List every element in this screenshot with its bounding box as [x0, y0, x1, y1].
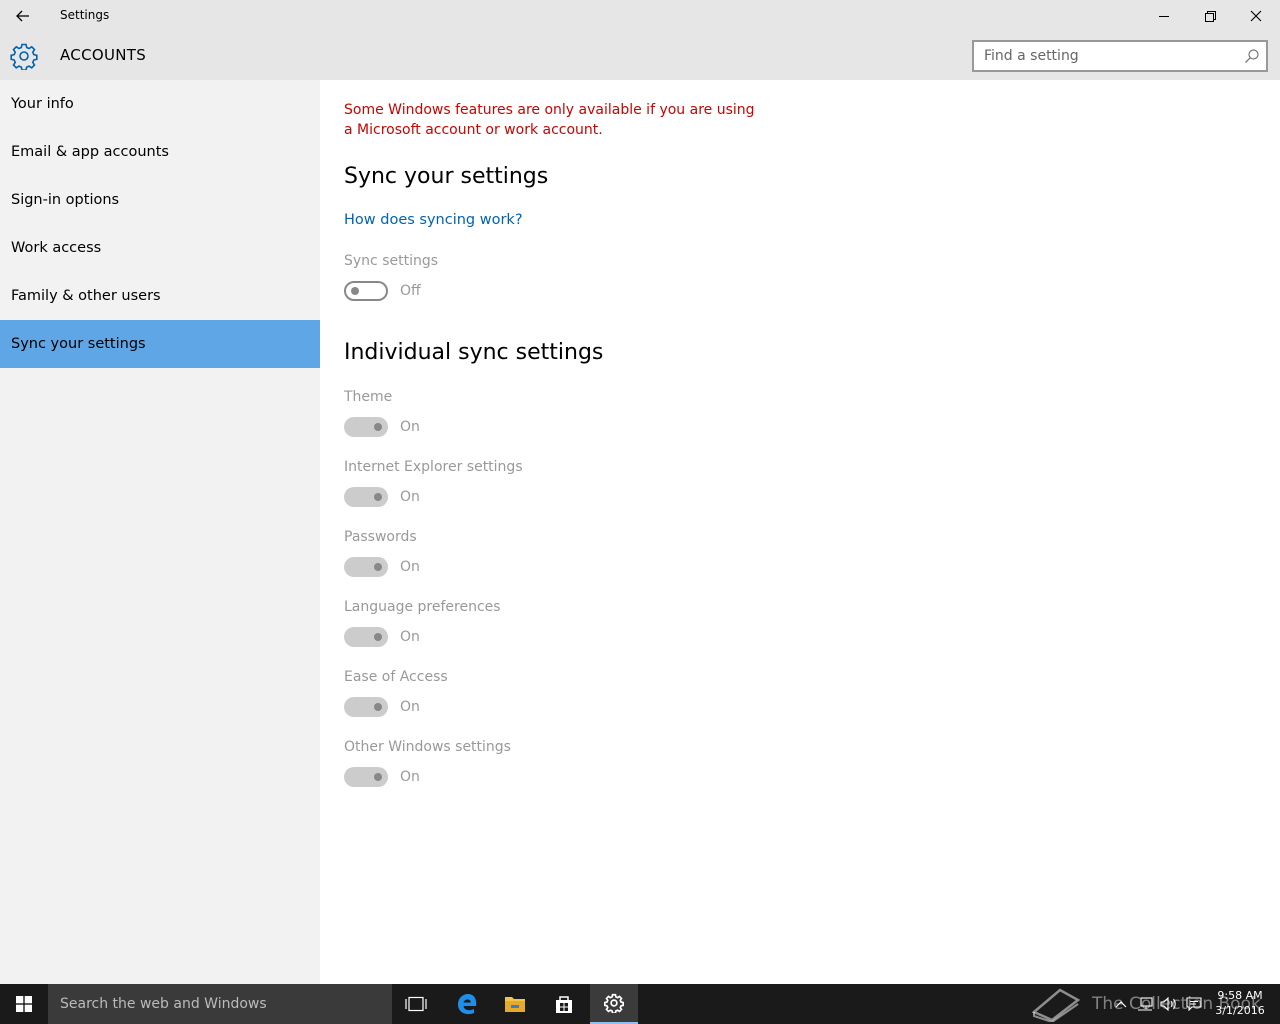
- account-warning-text: Some Windows features are only available…: [344, 102, 755, 138]
- sync-settings-row: Off: [344, 281, 421, 301]
- taskbar: Search the web and Windows The Collectio…: [0, 984, 1280, 1024]
- volume-tray-button[interactable]: [1160, 996, 1178, 1012]
- settings-header: ACCOUNTS: [0, 32, 1280, 80]
- sync-settings-label: Sync settings: [344, 253, 439, 269]
- action-center-button[interactable]: [1185, 996, 1203, 1012]
- sidebar-item-your-info[interactable]: Your info: [0, 80, 320, 128]
- passwords-label: Passwords: [344, 529, 417, 545]
- minimize-button[interactable]: [1141, 0, 1187, 32]
- title-bar: Settings: [0, 0, 1280, 32]
- ie-settings-row: On: [344, 487, 420, 507]
- passwords-state: On: [400, 559, 420, 575]
- minimize-icon: [1158, 15, 1169, 17]
- ie-settings-label: Internet Explorer settings: [344, 459, 523, 475]
- sidebar-item-sync-your-settings[interactable]: Sync your settings: [0, 320, 320, 368]
- speaker-icon: [1160, 997, 1176, 1011]
- start-button[interactable]: [0, 984, 48, 1024]
- edge-icon: [458, 994, 477, 1015]
- ease-of-access-toggle[interactable]: [344, 697, 388, 717]
- toggle-knob: [374, 423, 382, 431]
- search-box[interactable]: [972, 40, 1268, 72]
- sidebar-item-work-access[interactable]: Work access: [0, 224, 320, 272]
- theme-state: On: [400, 419, 420, 435]
- ease-of-access-label: Ease of Access: [344, 669, 448, 685]
- toggle-knob: [374, 703, 382, 711]
- language-preferences-state: On: [400, 629, 420, 645]
- toggle-knob: [374, 773, 382, 781]
- restore-icon: [1204, 10, 1216, 22]
- ie-settings-toggle[interactable]: [344, 487, 388, 507]
- search-icon[interactable]: [1244, 48, 1260, 64]
- sidebar: Your info Email & app accounts Sign-in o…: [0, 80, 320, 984]
- language-preferences-label: Language preferences: [344, 599, 501, 615]
- network-icon: [1138, 997, 1153, 1011]
- gear-icon: [10, 43, 38, 70]
- sync-settings-state: Off: [400, 283, 421, 299]
- message-icon: [1186, 997, 1202, 1011]
- store-button[interactable]: [540, 984, 588, 1024]
- back-button[interactable]: [10, 4, 36, 28]
- store-bag-icon: [556, 996, 572, 1013]
- language-preferences-row: On: [344, 627, 420, 647]
- network-tray-button[interactable]: [1136, 996, 1154, 1012]
- toggle-knob: [374, 563, 382, 571]
- sync-heading: Sync your settings: [344, 164, 549, 189]
- clock-time: 9:58 AM: [1217, 989, 1263, 1002]
- ease-of-access-row: On: [344, 697, 420, 717]
- taskbar-clock[interactable]: 9:58 AM 3/1/2016: [1208, 988, 1272, 1018]
- edge-browser-button[interactable]: [443, 984, 491, 1024]
- other-windows-settings-label: Other Windows settings: [344, 739, 511, 755]
- main-content: Some Windows features are only available…: [320, 80, 1280, 984]
- sidebar-item-email-app-accounts[interactable]: Email & app accounts: [0, 128, 320, 176]
- other-windows-settings-state: On: [400, 769, 420, 785]
- ease-of-access-state: On: [400, 699, 420, 715]
- toggle-knob: [374, 633, 382, 641]
- passwords-row: On: [344, 557, 420, 577]
- task-view-icon: [405, 996, 427, 1012]
- passwords-toggle[interactable]: [344, 557, 388, 577]
- theme-row: On: [344, 417, 420, 437]
- windows-logo-icon: [16, 996, 32, 1012]
- section-title: ACCOUNTS: [60, 46, 147, 64]
- search-input[interactable]: [974, 42, 1234, 70]
- close-button[interactable]: [1233, 0, 1279, 32]
- theme-label: Theme: [344, 389, 393, 405]
- chevron-up-icon: [1115, 1001, 1127, 1008]
- gear-icon: [604, 993, 624, 1013]
- sidebar-item-family-other-users[interactable]: Family & other users: [0, 272, 320, 320]
- file-explorer-button[interactable]: [491, 984, 539, 1024]
- other-windows-settings-toggle[interactable]: [344, 767, 388, 787]
- sidebar-item-sign-in-options[interactable]: Sign-in options: [0, 176, 320, 224]
- other-windows-settings-row: On: [344, 767, 420, 787]
- close-icon: [1250, 10, 1262, 22]
- window-title: Settings: [60, 8, 110, 22]
- individual-sync-heading: Individual sync settings: [344, 340, 604, 365]
- book-icon: [1031, 988, 1081, 1022]
- how-syncing-works-link[interactable]: How does syncing work?: [344, 212, 523, 228]
- restore-button[interactable]: [1187, 0, 1233, 32]
- taskbar-search-box[interactable]: Search the web and Windows: [48, 984, 392, 1024]
- task-view-button[interactable]: [392, 984, 440, 1024]
- language-preferences-toggle[interactable]: [344, 627, 388, 647]
- show-hidden-icons-button[interactable]: [1112, 996, 1130, 1012]
- ie-settings-state: On: [400, 489, 420, 505]
- arrow-left-icon: [16, 10, 29, 22]
- theme-toggle[interactable]: [344, 417, 388, 437]
- clock-date: 3/1/2016: [1215, 1004, 1265, 1017]
- sync-settings-toggle[interactable]: [344, 281, 388, 301]
- settings-taskbar-button[interactable]: [590, 984, 638, 1024]
- toggle-knob: [374, 493, 382, 501]
- folder-icon: [505, 997, 525, 1012]
- toggle-knob: [351, 287, 359, 295]
